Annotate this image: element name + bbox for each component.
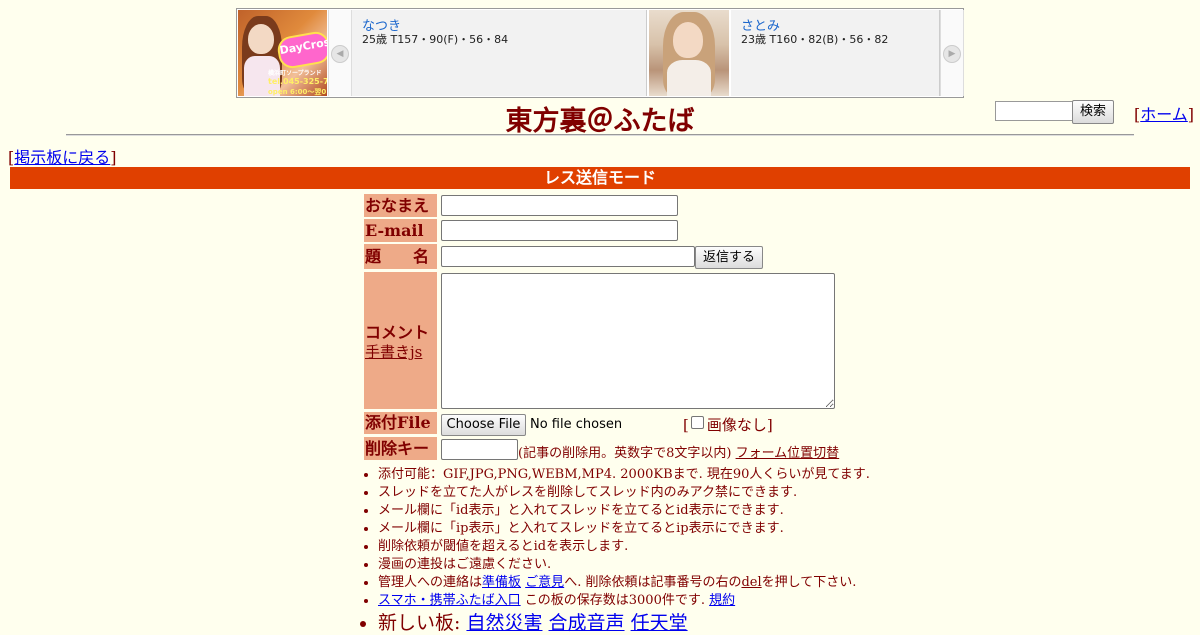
handwriting-link[interactable]: 手書きjs — [365, 341, 422, 362]
chevron-right-icon: ▶ — [943, 45, 961, 63]
file-status: No file chosen — [530, 417, 623, 432]
comment-label: コメント — [365, 323, 430, 342]
text: この板の保存数は3000件です. — [520, 593, 710, 608]
back-link-wrapper: [掲示板に戻る] — [8, 144, 117, 168]
delete-key-note: (記事の削除用。英数字で8文字以内) フォーム位置切替 — [518, 442, 839, 461]
list-item: 新しい板: 自然災害 合成音声 任天堂 — [378, 611, 938, 635]
home-link[interactable]: ホーム — [1140, 105, 1188, 124]
reply-submit-button[interactable]: 返信する — [695, 246, 763, 269]
list-item: メール欄に「ip表示」と入れてスレッドを立てるとip表示にできます. — [378, 520, 938, 538]
delete-key-label: 削除キー — [364, 437, 437, 460]
home-link-wrapper: [ホーム] — [1134, 101, 1194, 125]
bracket-close: ] — [110, 148, 117, 167]
subject-label: 題 名 — [364, 244, 437, 269]
search-input[interactable] — [995, 101, 1078, 121]
text: を押して下さい. — [761, 575, 857, 590]
ad-thumbnail-shop[interactable]: DayCross 横浜町ソープランド tel.045-325-7555 open… — [238, 10, 327, 96]
file-label: 添付File — [364, 412, 437, 434]
new-board-link[interactable]: 任天堂 — [631, 612, 688, 634]
list-item: メール欄に「id表示」と入れてスレッドを立てるとid表示にできます. — [378, 502, 938, 520]
comment-textarea[interactable] — [441, 273, 835, 409]
delete-key-input[interactable] — [441, 439, 518, 460]
delete-key-hint: (記事の削除用。英数字で8文字以内) — [518, 446, 732, 461]
profile-card-natsuki[interactable]: なつき 25歳 T157・90(F)・56・84 — [352, 10, 647, 96]
terms-link[interactable]: 規約 — [709, 593, 735, 608]
feedback-link[interactable]: ご意見 — [525, 575, 564, 590]
junbi-board-link[interactable]: 準備板 — [482, 575, 521, 590]
profile-photo-satomi[interactable] — [649, 10, 729, 96]
mobile-entrance-link[interactable]: スマホ・携帯ふたば入口 — [378, 593, 521, 608]
list-item: 削除依頼が閾値を超えるとidを表示します. — [378, 538, 938, 556]
name-label: おなまえ — [364, 194, 437, 217]
comment-label-cell: コメント 手書きjs — [364, 272, 437, 409]
new-boards-label: 新しい板: — [378, 612, 467, 634]
email-input[interactable] — [441, 220, 678, 241]
back-to-board-link[interactable]: 掲示板に戻る — [14, 148, 110, 167]
search-button[interactable]: 検索 — [1072, 100, 1114, 124]
list-item: 管理人への連絡は準備板 ご意見へ. 削除依頼は記事番号の右のdelを押して下さい… — [378, 574, 938, 592]
profile-stats: 25歳 T157・90(F)・56・84 — [362, 33, 509, 46]
shop-subtitle: 横浜町ソープランド — [268, 70, 322, 77]
list-item: スマホ・携帯ふたば入口 この板の保存数は3000件です. 規約 — [378, 592, 938, 610]
email-label: E-mail — [364, 219, 437, 242]
text: へ. 削除依頼は記事番号の右の — [564, 575, 742, 590]
shop-hours: open 6:00～翌0:00 — [268, 88, 327, 96]
ad-banner: DayCross 横浜町ソープランド tel.045-325-7555 open… — [236, 8, 964, 98]
shop-phone: tel.045-325-7555 — [268, 77, 327, 86]
bracket-close: ] — [1187, 105, 1195, 124]
rules-list: 添付可能：GIF,JPG,PNG,WEBM,MP4. 2000KBまで. 現在9… — [364, 466, 938, 635]
subject-input[interactable] — [441, 246, 695, 267]
profile-card-satomi[interactable]: さとみ 23歳 T160・82(B)・56・82 — [731, 10, 940, 96]
no-image-checkbox[interactable] — [690, 416, 704, 429]
new-board-link[interactable]: 自然災害 — [466, 612, 542, 634]
form-position-toggle-link[interactable]: フォーム位置切替 — [736, 446, 840, 461]
name-input[interactable] — [441, 195, 678, 216]
choose-file-button[interactable]: Choose File — [441, 414, 526, 436]
header-divider — [66, 134, 1134, 136]
banner-prev-button[interactable]: ◀ — [328, 10, 352, 96]
no-image-option: [ 画像なし] — [683, 414, 773, 435]
reply-mode-bar: レス送信モード — [10, 167, 1190, 189]
text: 管理人への連絡は — [378, 575, 483, 590]
no-image-label[interactable]: 画像なし — [707, 416, 767, 434]
profile-stats: 23歳 T160・82(B)・56・82 — [741, 33, 889, 46]
list-item: 漫画の連投はご遠慮ください. — [378, 556, 938, 574]
new-board-link[interactable]: 合成音声 — [549, 612, 625, 634]
bracket-close: ] — [766, 416, 773, 434]
shop-logo: DayCross — [275, 29, 327, 71]
chevron-left-icon: ◀ — [331, 45, 349, 63]
bracket-open: [ — [683, 416, 689, 434]
del-link[interactable]: del — [741, 575, 761, 590]
banner-next-button[interactable]: ▶ — [940, 10, 964, 96]
list-item: スレッドを立てた人がレスを削除してスレッド内のみアク禁にできます. — [378, 484, 938, 502]
list-item: 添付可能：GIF,JPG,PNG,WEBM,MP4. 2000KBまで. 現在9… — [378, 466, 938, 484]
